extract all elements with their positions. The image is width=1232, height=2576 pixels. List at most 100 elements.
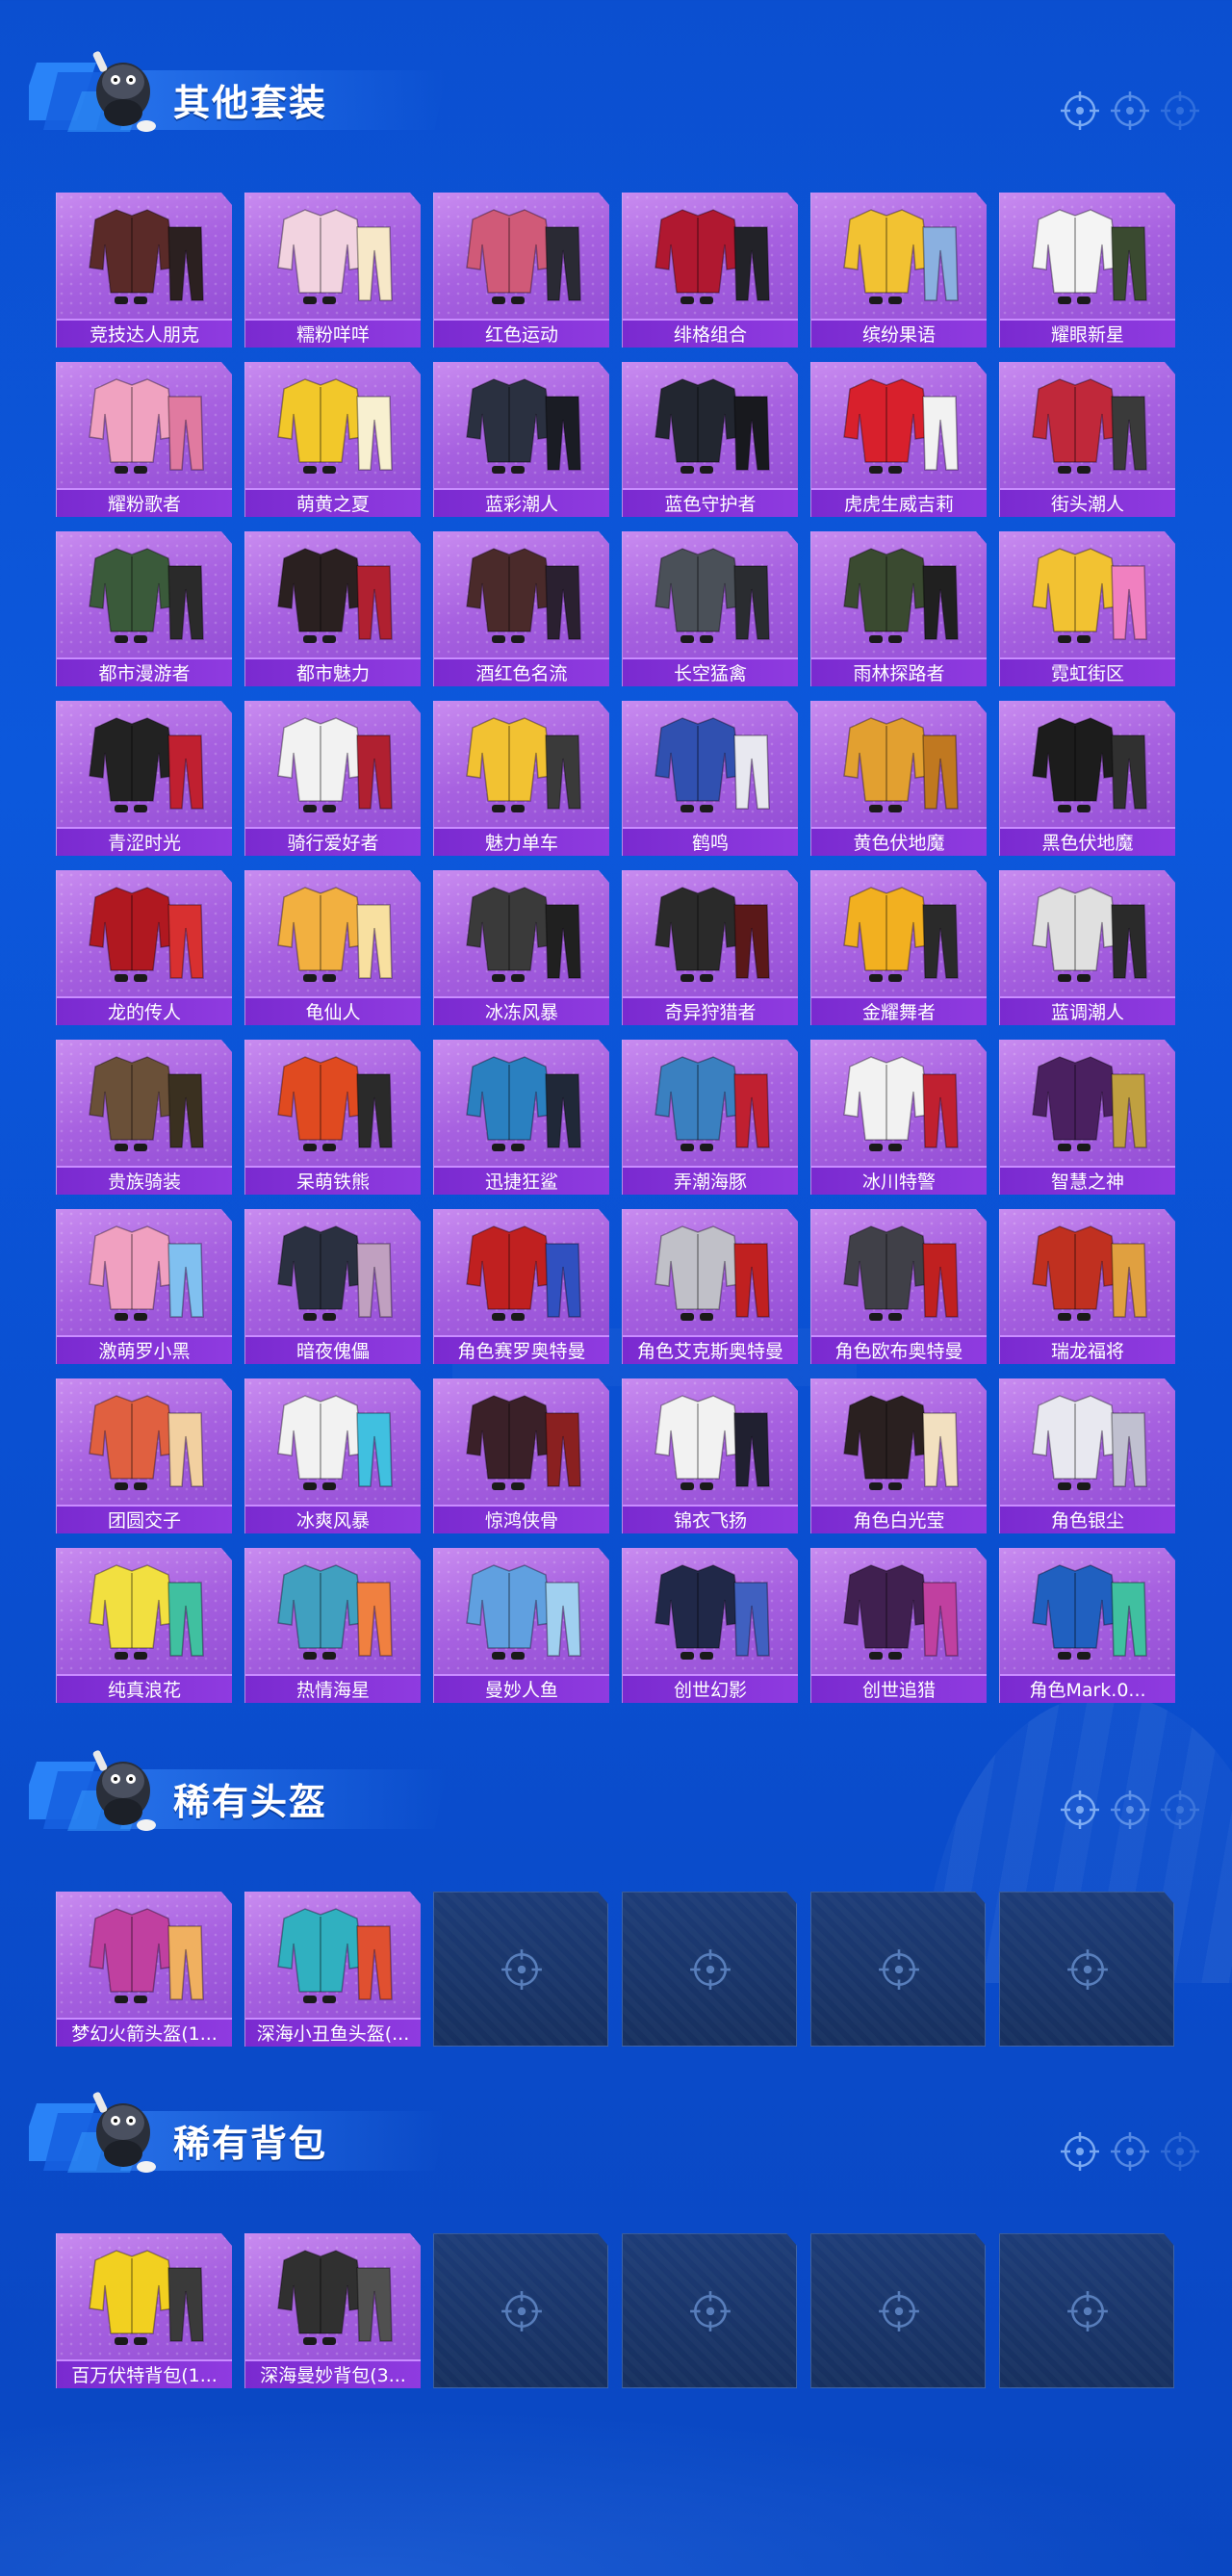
item-card[interactable]: 雨林探路者 [810, 531, 987, 686]
item-card[interactable]: 团圆交子 [56, 1378, 232, 1533]
item-name: 酒红色名流 [434, 657, 609, 686]
item-name: 都市漫游者 [57, 657, 232, 686]
item-card[interactable]: 惊鸿侠骨 [433, 1378, 609, 1533]
item-image [1000, 1040, 1175, 1163]
item-card[interactable]: 绯格组合 [622, 193, 798, 348]
item-card[interactable]: 角色赛罗奥特曼 [433, 1209, 609, 1364]
item-name: 创世幻影 [623, 1674, 798, 1703]
item-card[interactable]: 角色艾克斯奥特曼 [622, 1209, 798, 1364]
item-card[interactable]: 角色Mark.0... [999, 1548, 1175, 1703]
item-name: 虎虎生威吉莉 [811, 488, 987, 517]
item-card[interactable]: 冰川特警 [810, 1040, 987, 1195]
item-card[interactable]: 激萌罗小黑 [56, 1209, 232, 1364]
item-image [245, 1548, 421, 1671]
item-card[interactable]: 角色白光莹 [810, 1378, 987, 1533]
item-card[interactable]: 糯粉咩咩 [244, 193, 421, 348]
item-name: 团圆交子 [57, 1505, 232, 1533]
item-card[interactable]: 都市漫游者 [56, 531, 232, 686]
item-card[interactable]: 龟仙人 [244, 870, 421, 1025]
item-card[interactable]: 冰冻风暴 [433, 870, 609, 1025]
item-card[interactable]: 角色银尘 [999, 1378, 1175, 1533]
item-card[interactable]: 骑行爱好者 [244, 701, 421, 856]
item-card[interactable]: 奇异狩猎者 [622, 870, 798, 1025]
crosshair-icon [1059, 1789, 1101, 1831]
item-name: 耀粉歌者 [57, 488, 232, 517]
item-card[interactable]: 梦幻火箭头盔(1... [56, 1892, 232, 2047]
item-card[interactable]: 热情海星 [244, 1548, 421, 1703]
item-card[interactable]: 角色欧布奥特曼 [810, 1209, 987, 1364]
item-image [1000, 531, 1175, 655]
item-card[interactable]: 纯真浪花 [56, 1548, 232, 1703]
item-name: 黄色伏地魔 [811, 827, 987, 856]
item-name: 龙的传人 [57, 996, 232, 1025]
section-decor-scopes [1059, 2130, 1203, 2173]
crosshair-icon [1159, 2130, 1201, 2173]
item-image [434, 1209, 609, 1332]
item-card[interactable]: 耀粉歌者 [56, 362, 232, 517]
item-card[interactable]: 弄潮海豚 [622, 1040, 798, 1195]
item-card[interactable]: 鹤鸣 [622, 701, 798, 856]
item-card[interactable]: 迅捷狂鲨 [433, 1040, 609, 1195]
item-card[interactable]: 蓝调潮人 [999, 870, 1175, 1025]
item-image [623, 1209, 798, 1332]
item-card[interactable]: 金耀舞者 [810, 870, 987, 1025]
item-image [811, 1040, 987, 1163]
empty-slot [810, 2233, 986, 2388]
item-image [245, 1040, 421, 1163]
item-card[interactable]: 百万伏特背包(1... [56, 2233, 232, 2388]
item-card[interactable]: 缤纷果语 [810, 193, 987, 348]
item-card[interactable]: 蓝彩潮人 [433, 362, 609, 517]
item-card[interactable]: 黄色伏地魔 [810, 701, 987, 856]
item-card[interactable]: 青涩时光 [56, 701, 232, 856]
item-image [434, 1378, 609, 1502]
item-card[interactable]: 贵族骑装 [56, 1040, 232, 1195]
item-image [1000, 1548, 1175, 1671]
item-card[interactable]: 龙的传人 [56, 870, 232, 1025]
item-card[interactable]: 锦衣飞扬 [622, 1378, 798, 1533]
item-image [623, 870, 798, 993]
item-card[interactable]: 冰爽风暴 [244, 1378, 421, 1533]
crosshair-icon [500, 2289, 544, 2333]
item-card[interactable]: 暗夜傀儡 [244, 1209, 421, 1364]
section-decor-scopes [1059, 1789, 1203, 1831]
item-card[interactable]: 酒红色名流 [433, 531, 609, 686]
item-card[interactable]: 耀眼新星 [999, 193, 1175, 348]
item-image [245, 701, 421, 824]
item-card[interactable]: 瑞龙福将 [999, 1209, 1175, 1364]
item-image [434, 193, 609, 316]
item-card[interactable]: 创世幻影 [622, 1548, 798, 1703]
item-name: 长空猛禽 [623, 657, 798, 686]
empty-slot [810, 1892, 986, 2047]
item-card[interactable]: 虎虎生威吉莉 [810, 362, 987, 517]
item-name: 深海小丑鱼头盔(... [245, 2018, 421, 2047]
item-image [245, 870, 421, 993]
item-card[interactable]: 魅力单车 [433, 701, 609, 856]
item-card[interactable]: 黑色伏地魔 [999, 701, 1175, 856]
item-image [811, 531, 987, 655]
item-name: 热情海星 [245, 1674, 421, 1703]
item-image [811, 870, 987, 993]
item-name: 呆萌铁熊 [245, 1166, 421, 1195]
item-name: 绯格组合 [623, 319, 798, 348]
item-card[interactable]: 长空猛禽 [622, 531, 798, 686]
item-card[interactable]: 萌黄之夏 [244, 362, 421, 517]
item-card[interactable]: 蓝色守护者 [622, 362, 798, 517]
item-card[interactable]: 红色运动 [433, 193, 609, 348]
item-card[interactable]: 深海小丑鱼头盔(... [244, 1892, 421, 2047]
section-title: 稀有背包 [173, 2123, 328, 2165]
item-image [623, 193, 798, 316]
item-card[interactable]: 智慧之神 [999, 1040, 1175, 1195]
item-name: 角色艾克斯奥特曼 [623, 1335, 798, 1364]
crosshair-icon [500, 1947, 544, 1992]
item-name: 深海曼妙背包(3... [245, 2359, 421, 2388]
item-card[interactable]: 呆萌铁熊 [244, 1040, 421, 1195]
item-card[interactable]: 街头潮人 [999, 362, 1175, 517]
item-card[interactable]: 深海曼妙背包(3... [244, 2233, 421, 2388]
crosshair-icon [1159, 90, 1201, 132]
item-card[interactable]: 霓虹街区 [999, 531, 1175, 686]
item-card[interactable]: 曼妙人鱼 [433, 1548, 609, 1703]
item-card[interactable]: 都市魅力 [244, 531, 421, 686]
item-card[interactable]: 竞技达人朋克 [56, 193, 232, 348]
item-name: 雨林探路者 [811, 657, 987, 686]
item-card[interactable]: 创世追猎 [810, 1548, 987, 1703]
